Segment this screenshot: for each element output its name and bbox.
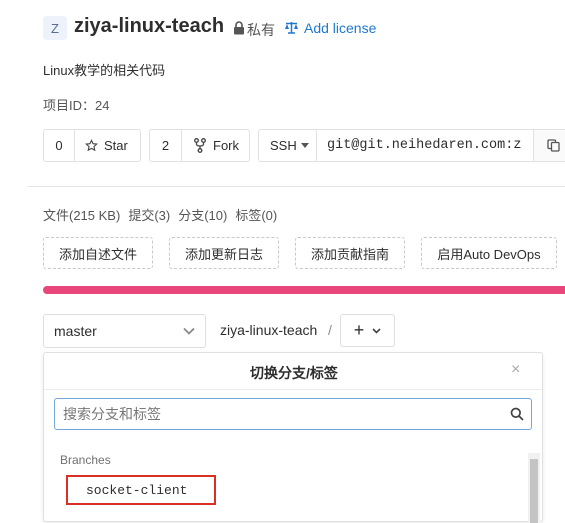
branches-section-header: Branches [60,453,111,467]
project-description: Linux教学的相关代码 [43,63,166,78]
project-title[interactable]: ziya-linux-teach [74,15,224,38]
copy-icon [546,139,560,152]
progress-bar [43,286,565,294]
branch-selector[interactable]: master [43,314,206,348]
branch-dropdown: 切换分支/标签 × Branches socket-client [43,352,544,523]
star-count[interactable]: 0 [43,129,75,162]
copy-url-button[interactable] [533,130,565,161]
add-changelog-button[interactable]: 添加更新日志 [169,237,279,269]
fork-label: Fork [213,138,239,153]
plus-icon: + [353,320,365,340]
clone-url-field[interactable]: git@git.neihedaren.com:z [316,130,533,161]
section-divider [28,186,565,187]
star-icon [85,139,98,152]
stat-commits[interactable]: 提交(3) [128,208,170,223]
search-icon [510,407,524,421]
breadcrumb-project[interactable]: ziya-linux-teach [220,322,317,338]
stat-files[interactable]: 文件(215 KB) [43,208,120,223]
project-avatar: Z [43,16,67,40]
lock-icon [234,21,244,35]
fork-count[interactable]: 2 [149,129,182,162]
caret-down-icon [300,143,309,148]
scale-icon [285,22,298,34]
chevron-down-icon [372,327,381,334]
protocol-label: SSH [270,138,297,153]
add-contributing-button[interactable]: 添加贡献指南 [295,237,405,269]
fork-button[interactable]: Fork [181,129,250,162]
stat-tags[interactable]: 标签(0) [235,208,277,223]
project-id: 项目ID：24 [43,98,110,113]
breadcrumb-separator: / [328,322,332,338]
enable-autodevops-button[interactable]: 启用Auto DevOps [421,237,557,269]
fork-icon [194,138,206,153]
stat-branches[interactable]: 分支(10) [178,208,227,223]
add-license-link[interactable]: Add license [304,20,376,36]
star-button[interactable]: Star [74,129,141,162]
dropdown-divider [44,389,544,390]
star-label: Star [104,138,128,153]
visibility-label: 私有 [247,22,275,38]
chevron-down-icon [183,327,195,335]
scrollbar-thumb[interactable] [530,459,538,523]
add-readme-button[interactable]: 添加自述文件 [43,237,153,269]
dropdown-title: 切换分支/标签 [250,365,338,381]
close-icon[interactable]: × [511,361,520,379]
project-stats: 文件(215 KB) 提交(3) 分支(10) 标签(0) [43,205,285,224]
branch-search-input[interactable] [54,398,532,430]
branch-option[interactable]: socket-client [66,475,216,505]
add-file-dropdown[interactable]: + [340,314,395,347]
clone-group: SSH git@git.neihedaren.com:z [258,129,565,162]
branch-selected: master [54,323,97,339]
protocol-dropdown[interactable]: SSH [259,130,316,161]
